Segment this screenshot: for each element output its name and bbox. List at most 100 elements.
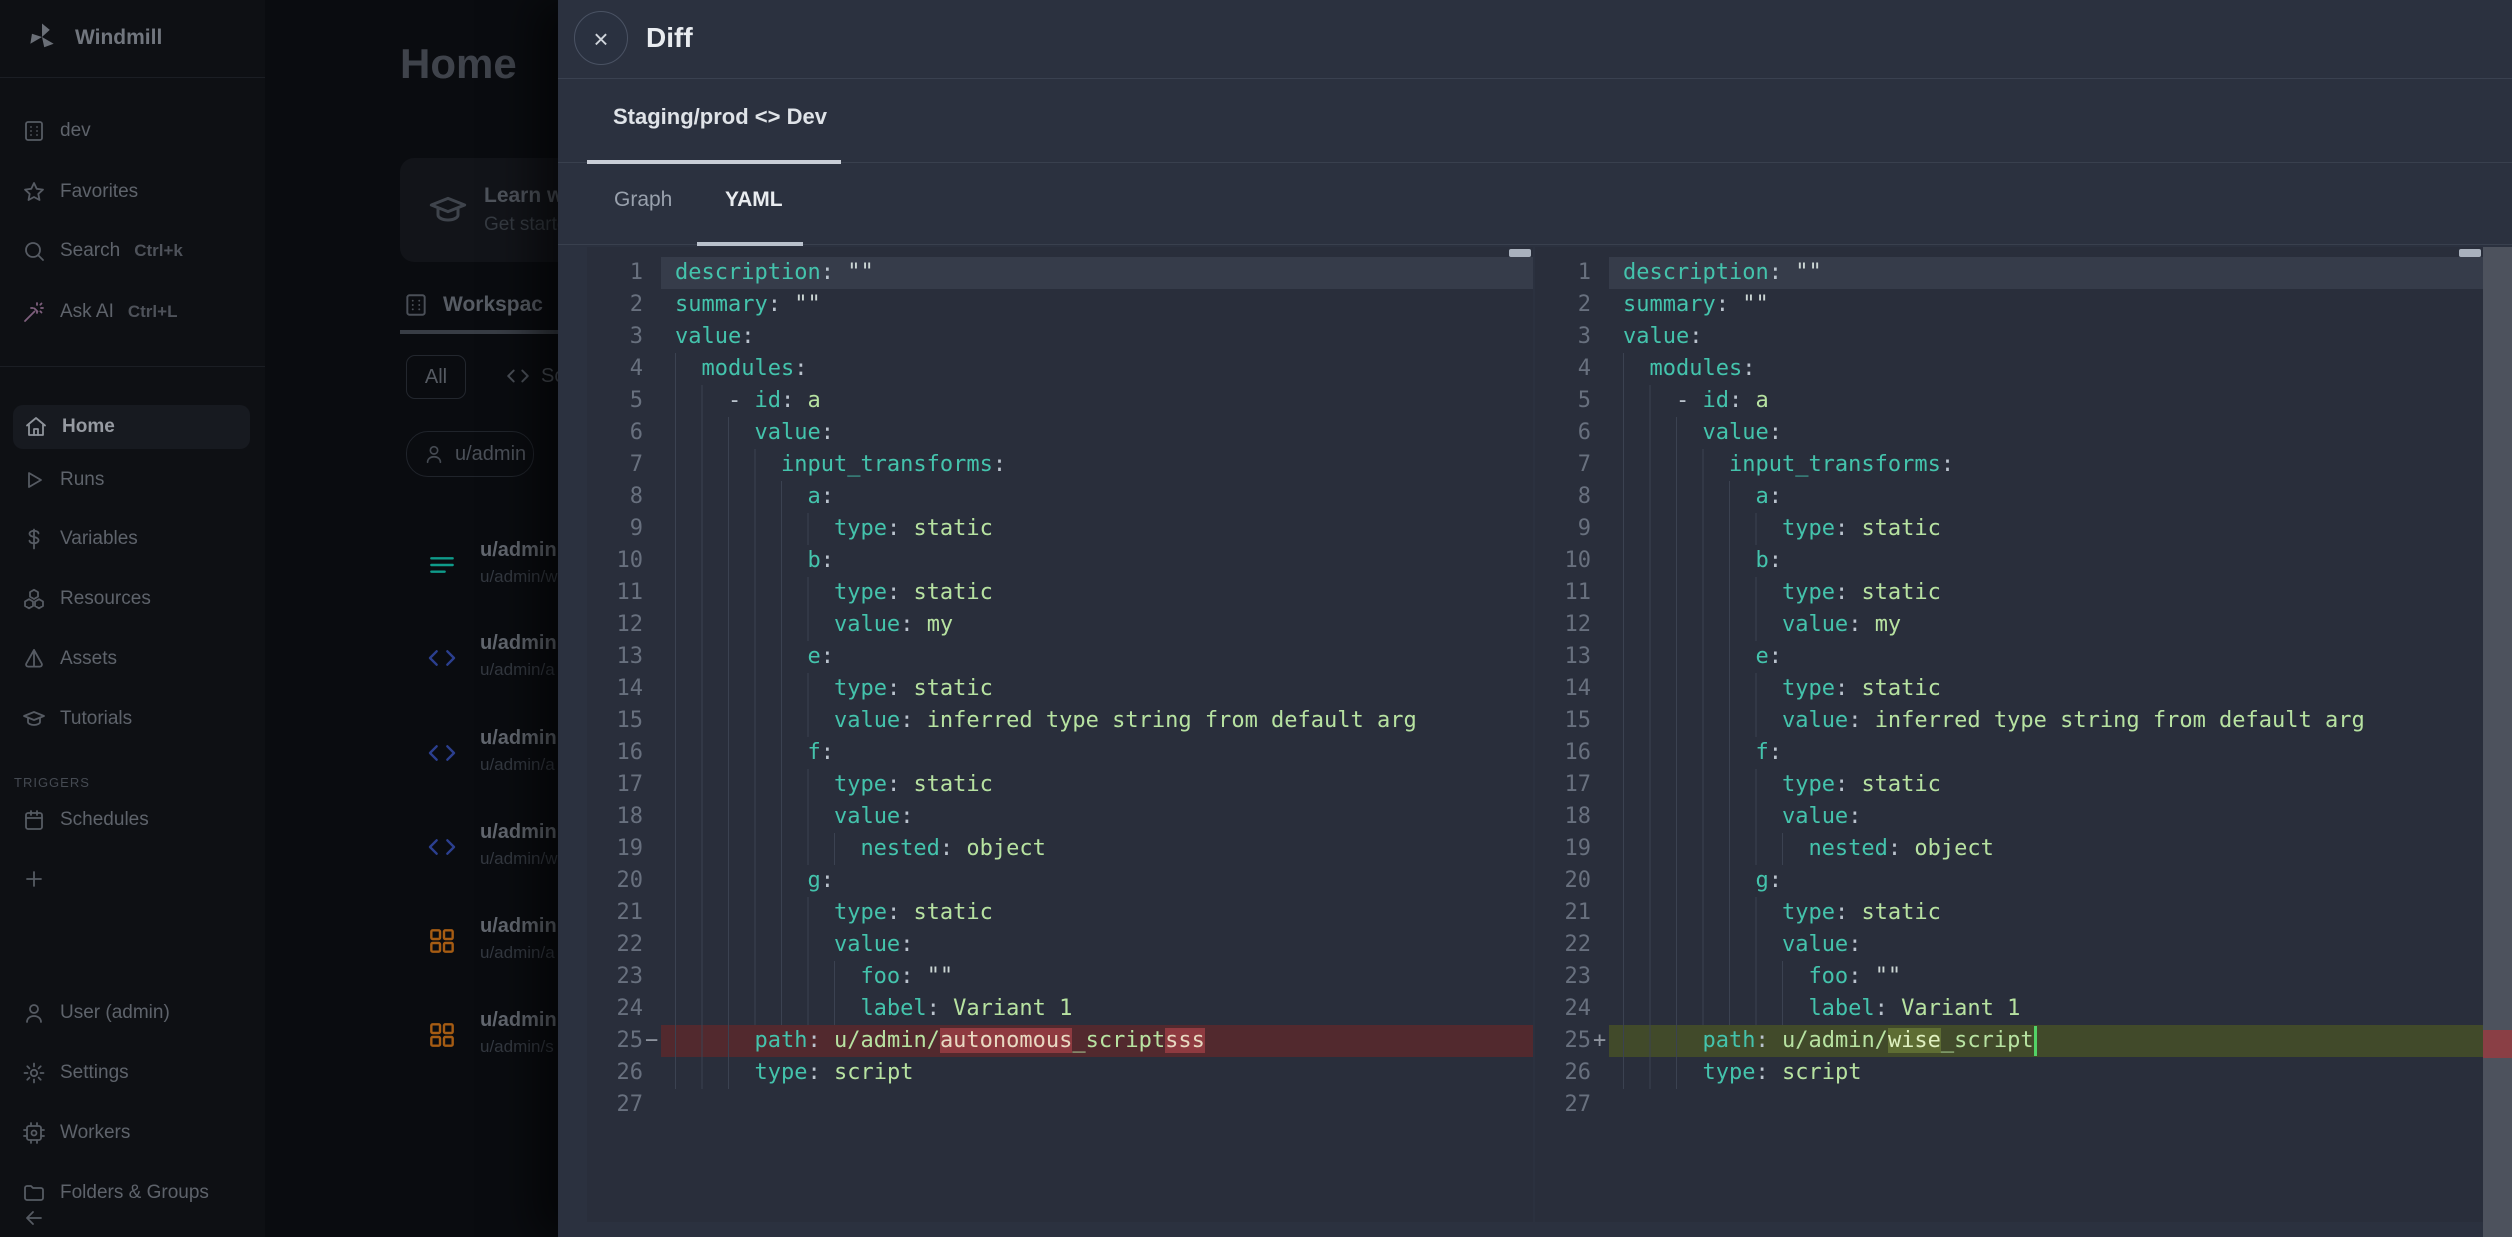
code-icon	[426, 642, 458, 674]
arrow-left-icon	[22, 1206, 46, 1230]
line-number: 19	[587, 833, 643, 865]
diff-marker	[1591, 417, 1609, 449]
workspace-tab[interactable]: Workspac	[403, 292, 543, 318]
item-path: u/admin	[480, 632, 557, 655]
diff-marker	[643, 353, 661, 385]
diff-marker	[643, 417, 661, 449]
filter-scripts-button[interactable]: Sc	[505, 355, 564, 397]
diff-marker	[1591, 833, 1609, 865]
line-number: 3	[1535, 321, 1591, 353]
line-number: 15	[1535, 705, 1591, 737]
shortcut-hint: Ctrl+L	[128, 302, 178, 322]
diff-marker	[1591, 321, 1609, 353]
diff-marker	[1591, 385, 1609, 417]
diff-marker	[1591, 481, 1609, 513]
sidebar-item-settings[interactable]: Settings	[0, 1051, 265, 1095]
sidebar-item-tutorials[interactable]: Tutorials	[0, 697, 265, 741]
diff-header: × Diff	[558, 0, 2512, 79]
line-number: 23	[587, 961, 643, 993]
line-number: 14	[1535, 673, 1591, 705]
right-editor-scrollbar-thumb[interactable]	[2459, 249, 2481, 257]
line-number: 21	[587, 897, 643, 929]
sidebar-item-home[interactable]: Home	[13, 405, 250, 449]
item-subpath: u/admin/a	[480, 943, 555, 963]
sidebar-item-label: Resources	[60, 588, 151, 610]
cubes-icon	[22, 587, 46, 611]
sidebar-item-assets[interactable]: Assets	[0, 637, 265, 681]
tab-yaml[interactable]: YAML	[725, 188, 783, 212]
drawer-scrollbar[interactable]	[2483, 247, 2512, 1237]
sidebar-item-plus[interactable]	[0, 857, 265, 901]
line-number: 23	[1535, 961, 1591, 993]
sidebar-item-arrow-left[interactable]	[0, 1196, 265, 1237]
sidebar-item-dev[interactable]: dev	[0, 109, 265, 153]
line-number: 6	[1535, 417, 1591, 449]
sidebar-item-label: Runs	[60, 469, 104, 491]
owner-filter-chip[interactable]: u/admin	[406, 431, 534, 477]
diff-marker	[643, 513, 661, 545]
line-number: 6	[587, 417, 643, 449]
diff-marker: −	[643, 1025, 661, 1057]
sidebar-item-resources[interactable]: Resources	[0, 577, 265, 621]
diff-marker	[1591, 545, 1609, 577]
diff-marker	[643, 481, 661, 513]
diff-editor-modified[interactable]: 1description: ""2summary: ""3value:4 mod…	[1535, 247, 2483, 1222]
sidebar-item-label: Search	[60, 240, 120, 262]
sidebar-item-favorites[interactable]: Favorites	[0, 170, 265, 214]
close-button[interactable]: ×	[574, 11, 628, 65]
diff-view-tabbar: Graph YAML	[558, 162, 2512, 245]
line-number: 24	[1535, 993, 1591, 1025]
line-number: 1	[587, 257, 643, 289]
line-number: 22	[587, 929, 643, 961]
sidebar-item-search[interactable]: Search Ctrl+k	[0, 229, 265, 273]
diff-marker	[643, 1057, 661, 1089]
diff-marker	[643, 577, 661, 609]
filter-all-button[interactable]: All	[406, 355, 466, 399]
line-number: 4	[587, 353, 643, 385]
code-line-6: 6 value:	[587, 417, 1533, 449]
line-number: 10	[1535, 545, 1591, 577]
code-line-12: 12 value: my	[587, 609, 1533, 641]
line-number: 24	[587, 993, 643, 1025]
tab-staging-prod-dev[interactable]: Staging/prod <> Dev	[613, 104, 827, 130]
code-line-27: 27	[587, 1089, 1533, 1121]
diff-marker	[643, 321, 661, 353]
graduation-cap-icon	[428, 190, 468, 230]
code-line-13: 13 e:	[1535, 641, 2483, 673]
diff-marker	[643, 705, 661, 737]
sidebar-item-workers[interactable]: Workers	[0, 1111, 265, 1155]
code-line-10: 10 b:	[1535, 545, 2483, 577]
line-number: 10	[587, 545, 643, 577]
home-icon	[24, 415, 48, 439]
line-number: 4	[1535, 353, 1591, 385]
line-number: 21	[1535, 897, 1591, 929]
code-line-11: 11 type: static	[1535, 577, 2483, 609]
diff-editor-original[interactable]: 1description: ""2summary: ""3value:4 mod…	[587, 247, 1533, 1222]
sidebar-item-schedules[interactable]: Schedules	[0, 798, 265, 842]
line-number: 27	[1535, 1089, 1591, 1121]
diff-marker	[643, 993, 661, 1025]
tab-graph[interactable]: Graph	[614, 188, 672, 212]
line-number: 12	[1535, 609, 1591, 641]
line-number: 13	[587, 641, 643, 673]
line-number: 22	[1535, 929, 1591, 961]
sidebar-item-variables[interactable]: Variables	[0, 517, 265, 561]
wand-icon	[22, 300, 46, 324]
code-line-19: 19 nested: object	[587, 833, 1533, 865]
sidebar-item-runs[interactable]: Runs	[0, 458, 265, 502]
sidebar-item-label: Tutorials	[60, 708, 132, 730]
diff-marker	[1591, 449, 1609, 481]
building-icon	[22, 119, 46, 143]
line-number: 8	[587, 481, 643, 513]
sidebar-item-user-admin-[interactable]: User (admin)	[0, 991, 265, 1035]
line-number: 16	[1535, 737, 1591, 769]
sidebar-item-ask-ai[interactable]: Ask AICtrl+L	[0, 290, 265, 334]
diff-marker	[1591, 865, 1609, 897]
diff-marker: +	[1591, 1025, 1609, 1057]
shortcut-hint: Ctrl+k	[134, 241, 183, 261]
left-editor-scrollbar-thumb[interactable]	[1509, 249, 1531, 257]
diff-marker	[1591, 257, 1609, 289]
code-line-25: 25+ path: u/admin/wise_script	[1535, 1025, 2483, 1057]
item-subpath: u/admin/s	[480, 1037, 554, 1057]
sidebar-item-label: Assets	[60, 648, 117, 670]
